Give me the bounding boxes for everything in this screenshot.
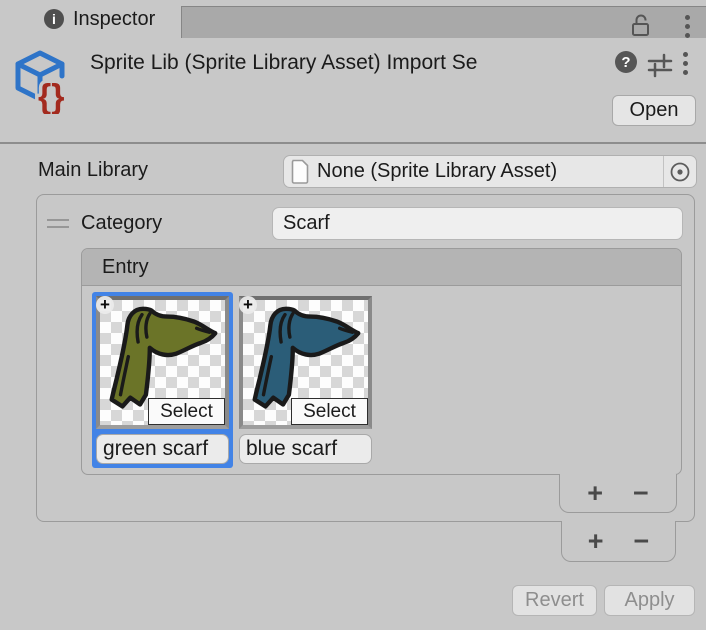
preset-icon[interactable] (646, 51, 674, 84)
tab-menu-icon[interactable] (685, 15, 690, 38)
entry-name-input[interactable]: green scarf (96, 434, 229, 464)
remove-entry-button[interactable]: − (633, 480, 649, 507)
tab-bar-empty (181, 6, 706, 38)
open-button[interactable]: Open (612, 95, 696, 126)
help-icon[interactable]: ? (615, 51, 637, 73)
inspector-panel: i Inspector {} {} (0, 0, 706, 630)
add-sprite-icon[interactable]: + (96, 296, 114, 314)
category-list-item: Category Scarf Entry + Select gree (36, 194, 695, 522)
entry-item-green-scarf[interactable]: + Select green scarf (92, 292, 233, 468)
revert-button[interactable]: Revert (512, 585, 597, 616)
drag-handle-icon[interactable] (47, 219, 69, 228)
tab-label: Inspector (73, 8, 155, 31)
category-row: Category Scarf (47, 207, 683, 240)
main-library-label: Main Library (38, 159, 148, 182)
header-menu-icon[interactable] (683, 52, 688, 75)
entry-name-input[interactable]: blue scarf (239, 434, 372, 464)
add-category-button[interactable]: + (588, 528, 604, 555)
asset-header: {} {} Sprite Lib (Sprite Library Asset) … (0, 38, 706, 142)
sprite-thumbnail[interactable]: + Select (96, 296, 229, 429)
svg-text:{}: {} (38, 78, 64, 114)
apply-button[interactable]: Apply (604, 585, 695, 616)
category-list-footer: + − (561, 521, 676, 562)
tab-inspector[interactable]: i Inspector (0, 0, 181, 38)
main-library-value: None (Sprite Library Asset) (317, 160, 663, 183)
select-sprite-button[interactable]: Select (148, 398, 225, 425)
main-library-object-field[interactable]: None (Sprite Library Asset) (283, 155, 697, 188)
entry-list: Entry + Select green scarf (81, 248, 682, 475)
add-sprite-icon[interactable]: + (239, 296, 257, 314)
header-divider (0, 142, 706, 144)
sprite-library-asset-icon: {} {} (12, 48, 68, 119)
main-library-row: Main Library None (Sprite Library Asset) (0, 155, 706, 188)
entry-item-blue-scarf[interactable]: + Select blue scarf (235, 292, 376, 468)
entry-list-content: + Select green scarf + (82, 286, 681, 476)
sprite-thumbnail[interactable]: + Select (239, 296, 372, 429)
entry-list-header: Entry (82, 249, 681, 286)
asset-title: Sprite Lib (Sprite Library Asset) Import… (90, 51, 610, 75)
category-name-input[interactable]: Scarf (272, 207, 683, 240)
entry-list-footer: + − (559, 474, 677, 513)
tab-bar: i Inspector (0, 0, 706, 38)
info-icon: i (44, 9, 64, 29)
select-sprite-button[interactable]: Select (291, 398, 368, 425)
apply-row: Revert Apply (0, 585, 695, 616)
object-picker-icon[interactable] (663, 156, 696, 187)
asset-file-icon (290, 159, 310, 184)
add-entry-button[interactable]: + (587, 480, 603, 507)
category-label: Category (81, 212, 272, 235)
remove-category-button[interactable]: − (634, 528, 650, 555)
